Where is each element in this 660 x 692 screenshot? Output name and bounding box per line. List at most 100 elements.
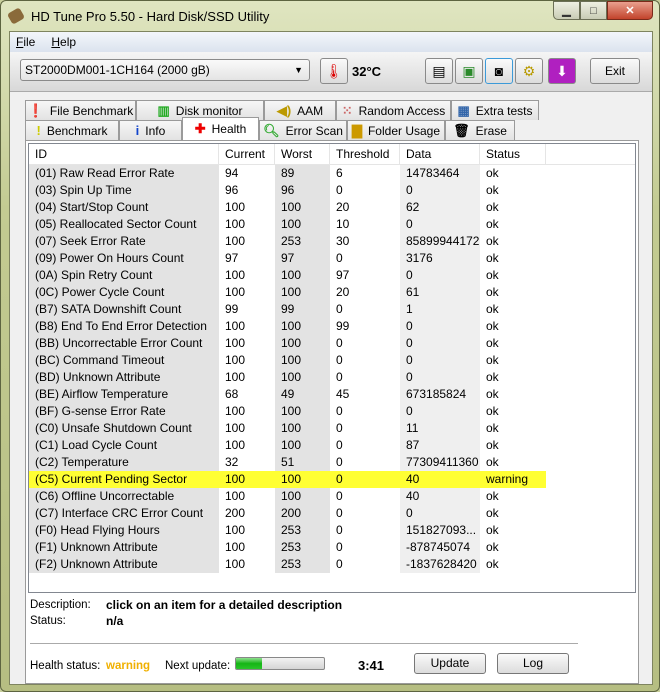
tab-erase[interactable]: 🗑︎ Erase: [445, 120, 515, 140]
table-row[interactable]: (BC) Command Timeout 100 100 0 0 ok: [29, 352, 635, 369]
cell-threshold: 0: [336, 489, 343, 503]
table-row[interactable]: (B7) SATA Downshift Count 99 99 0 1 ok: [29, 301, 635, 318]
cell-data: 0: [400, 369, 480, 386]
table-row[interactable]: (C5) Current Pending Sector 100 100 0 40 warn…: [29, 471, 635, 488]
cell-current: 200: [225, 506, 246, 520]
cell-data: 0: [400, 216, 480, 233]
close-button[interactable]: ✕: [607, 1, 653, 20]
cell-id: (BE) Airflow Temperature: [29, 386, 219, 403]
cell-id: (F0) Head Flying Hours: [29, 522, 219, 539]
table-row[interactable]: (0A) Spin Retry Count 100 100 97 0 ok: [29, 267, 635, 284]
chevron-down-icon: ▼: [294, 65, 303, 75]
maximize-button[interactable]: □: [580, 1, 607, 20]
tab-info[interactable]: i Info: [119, 120, 182, 140]
save-button[interactable]: ⬇: [548, 58, 576, 84]
cell-current: 100: [225, 421, 246, 435]
options-button[interactable]: ⚙: [515, 58, 543, 84]
table-row[interactable]: (C6) Offline Uncorrectable 100 100 0 40 ok: [29, 488, 635, 505]
table-row[interactable]: (F0) Head Flying Hours 100 253 0 151827093..…: [29, 522, 635, 539]
table-row[interactable]: (C1) Load Cycle Count 100 100 0 87 ok: [29, 437, 635, 454]
cell-worst: 100: [275, 284, 330, 301]
cell-status: ok: [486, 268, 499, 282]
cell-worst: 49: [275, 386, 330, 403]
table-row[interactable]: (BD) Unknown Attribute 100 100 0 0 ok: [29, 369, 635, 386]
cell-threshold: 99: [336, 319, 350, 333]
menu-bar: File Help: [10, 32, 652, 52]
log-button[interactable]: Log: [497, 653, 569, 674]
cell-threshold: 0: [336, 353, 343, 367]
table-row[interactable]: (BE) Airflow Temperature 68 49 45 673185824 o…: [29, 386, 635, 403]
arrow-down-icon: ⬇: [556, 62, 568, 79]
table-row[interactable]: (C2) Temperature 32 51 0 77309411360 ok: [29, 454, 635, 471]
cell-worst: 51: [275, 454, 330, 471]
table-row[interactable]: (07) Seek Error Rate 100 253 30 85899944172 o…: [29, 233, 635, 250]
cell-id: (BC) Command Timeout: [29, 352, 219, 369]
cell-data: -1837628420: [400, 556, 480, 573]
column-header-status[interactable]: Status: [480, 144, 546, 164]
cell-current: 100: [225, 200, 246, 214]
cell-threshold: 0: [336, 455, 343, 469]
column-header-current[interactable]: Current: [219, 144, 275, 164]
menu-help[interactable]: Help: [51, 35, 76, 49]
table-row[interactable]: (05) Reallocated Sector Count 100 100 10 0 ok: [29, 216, 635, 233]
cell-threshold: 30: [336, 234, 350, 248]
minimize-button[interactable]: ▁: [553, 1, 580, 20]
column-header-worst[interactable]: Worst: [275, 144, 330, 164]
cell-status: ok: [486, 455, 499, 469]
cell-current: 100: [225, 319, 246, 333]
copy-text-button[interactable]: ▤: [425, 58, 453, 84]
table-row[interactable]: (BF) G-sense Error Rate 100 100 0 0 ok: [29, 403, 635, 420]
red-cross-icon: ✚: [194, 121, 206, 136]
table-row[interactable]: (C0) Unsafe Shutdown Count 100 100 0 11 ok: [29, 420, 635, 437]
table-row[interactable]: (BB) Uncorrectable Error Count 100 100 0 0 ok: [29, 335, 635, 352]
tab-extra-tests[interactable]: ▦ Extra tests: [451, 100, 539, 120]
cell-data: 0: [400, 267, 480, 284]
cell-current: 97: [225, 251, 239, 265]
cell-worst: 96: [275, 182, 330, 199]
cell-threshold: 97: [336, 268, 350, 282]
cell-worst: 100: [275, 216, 330, 233]
cell-current: 100: [225, 523, 246, 537]
cell-current: 100: [225, 285, 246, 299]
cell-current: 100: [219, 471, 275, 488]
description-label: Description:: [30, 599, 91, 611]
table-row[interactable]: (C7) Interface CRC Error Count 200 200 0 0 ok: [29, 505, 635, 522]
table-row[interactable]: (03) Spin Up Time 96 96 0 0 ok: [29, 182, 635, 199]
drive-select[interactable]: ST2000DM001-1CH164 (2000 gB) ▼: [20, 59, 310, 81]
table-row[interactable]: (0C) Power Cycle Count 100 100 20 61 ok: [29, 284, 635, 301]
table-row[interactable]: (04) Start/Stop Count 100 100 20 62 ok: [29, 199, 635, 216]
column-header-id[interactable]: ID: [29, 144, 219, 164]
tab-aam[interactable]: ◀) AAM: [264, 100, 336, 120]
tab-folder-usage[interactable]: ▇ Folder Usage: [347, 120, 445, 140]
cell-id: (B8) End To End Error Detection: [29, 318, 219, 335]
cell-worst: 100: [275, 437, 330, 454]
exit-button[interactable]: Exit: [590, 58, 640, 84]
magnifier-icon: 🔍︎: [263, 122, 280, 138]
menu-file[interactable]: File: [16, 35, 35, 49]
cell-data: 0: [400, 335, 480, 352]
cell-worst: 253: [275, 233, 330, 250]
cell-id: (0C) Power Cycle Count: [29, 284, 219, 301]
table-row[interactable]: (09) Power On Hours Count 97 97 0 3176 ok: [29, 250, 635, 267]
tab-benchmark[interactable]: ! Benchmark: [25, 120, 119, 140]
table-row[interactable]: (F1) Unknown Attribute 100 253 0 -878745074 o…: [29, 539, 635, 556]
table-row[interactable]: (B8) End To End Error Detection 100 100 99 0…: [29, 318, 635, 335]
cell-status: ok: [486, 404, 499, 418]
cell-status: ok: [486, 234, 499, 248]
copy-image-button[interactable]: ▣: [455, 58, 483, 84]
copy-image-icon: ▣: [462, 62, 476, 79]
health-status-label: Health status:: [30, 660, 101, 672]
column-header-threshold[interactable]: Threshold: [330, 144, 400, 164]
tab-error-scan[interactable]: 🔍︎ Error Scan: [259, 120, 347, 140]
column-header-data[interactable]: Data: [400, 144, 480, 164]
countdown: 3:41: [358, 658, 385, 673]
tab-file-benchmark[interactable]: ❗ File Benchmark: [25, 100, 136, 120]
tab-health[interactable]: ✚ Health: [182, 117, 259, 140]
table-row[interactable]: (F2) Unknown Attribute 100 253 0 -1837628420…: [29, 556, 635, 573]
tab-random-access[interactable]: ⁙ Random Access: [336, 100, 451, 120]
screenshot-button[interactable]: ◙: [485, 58, 513, 84]
status-label: Status:: [30, 615, 66, 627]
table-row[interactable]: (01) Raw Read Error Rate 94 89 6 14783464 ok: [29, 165, 635, 182]
update-button[interactable]: Update: [414, 653, 486, 674]
info-icon: i: [135, 123, 140, 138]
